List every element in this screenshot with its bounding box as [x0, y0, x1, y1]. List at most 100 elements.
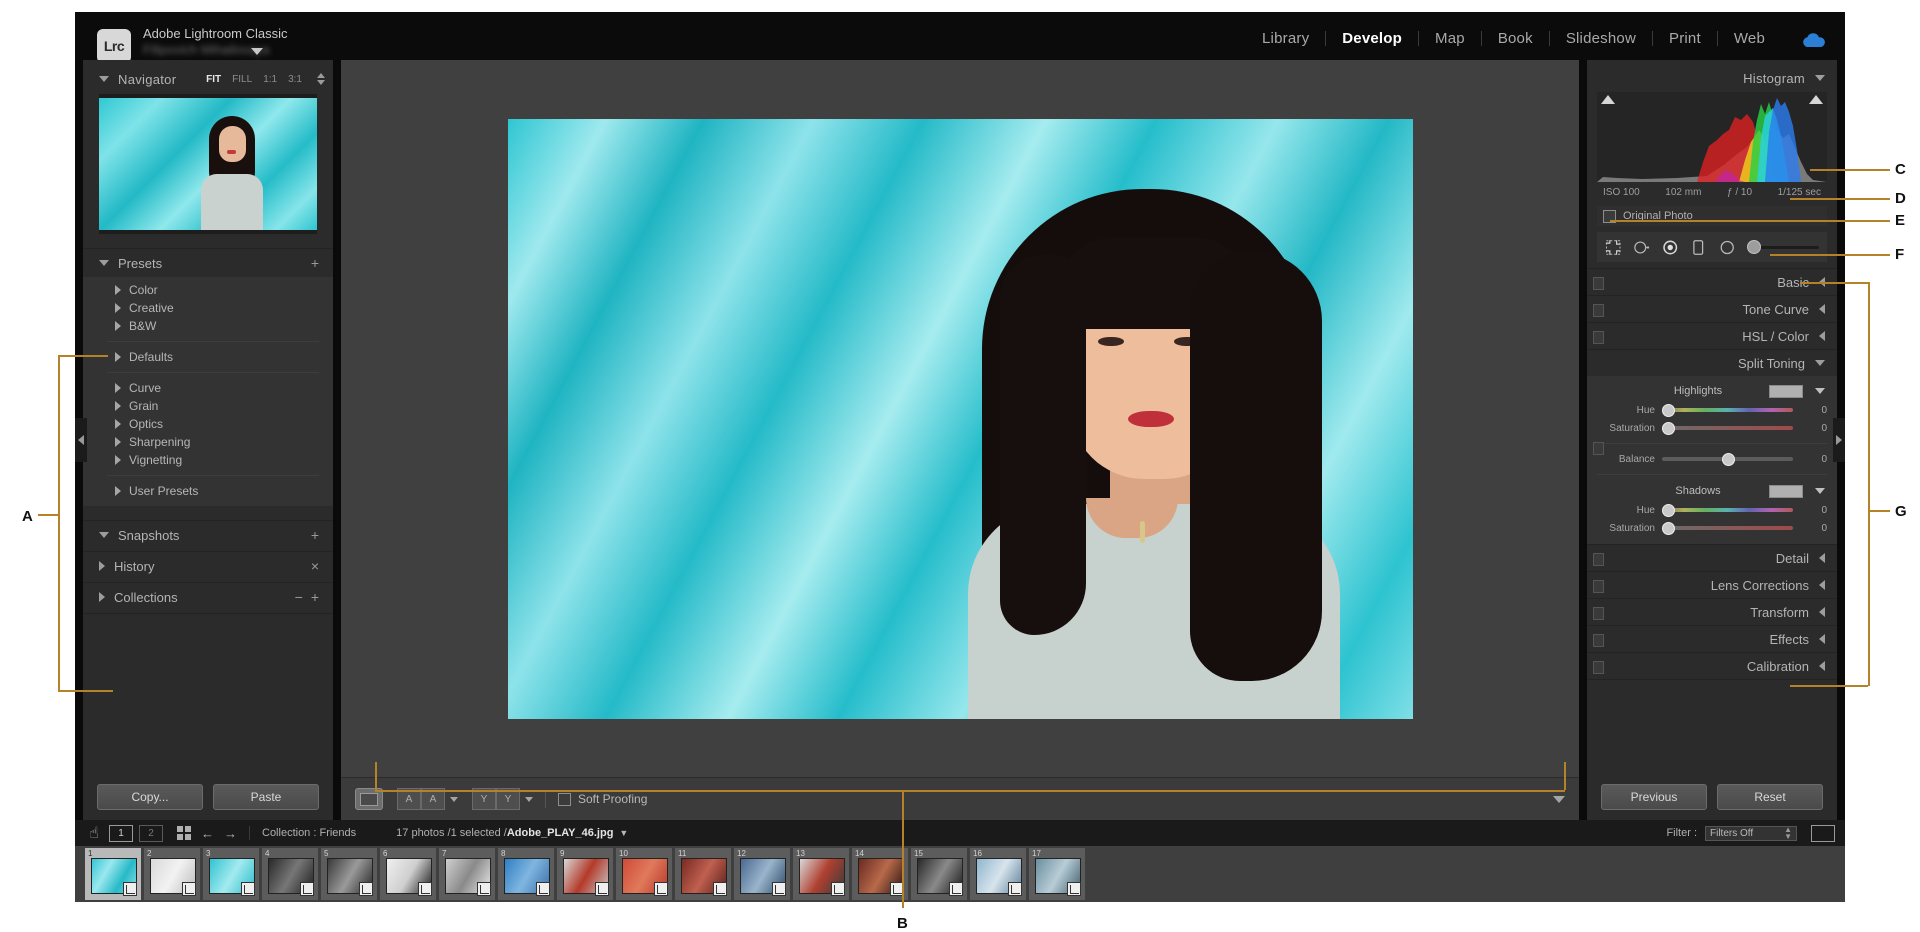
- filmstrip-thumbnail[interactable]: 10: [616, 848, 672, 900]
- preset-group-bw[interactable]: B&W: [83, 317, 333, 335]
- add-snapshot-button[interactable]: +: [311, 528, 319, 542]
- calibration-panel-switch[interactable]: [1593, 661, 1604, 674]
- original-photo-row[interactable]: Original Photo: [1597, 206, 1827, 226]
- slider-knob[interactable]: [1662, 522, 1675, 535]
- red-eye-correction-icon[interactable]: [1662, 239, 1678, 256]
- reset-button[interactable]: Reset: [1717, 784, 1823, 810]
- soft-proofing-checkbox[interactable]: [558, 793, 571, 806]
- filmstrip-thumbnail[interactable]: 15: [911, 848, 967, 900]
- tone-curve-disclosure-icon[interactable]: [1819, 304, 1825, 314]
- zoom-stepper-icon[interactable]: [317, 73, 325, 85]
- filmstrip-source-label[interactable]: Collection : Friends: [262, 827, 356, 839]
- remove-collection-button[interactable]: −: [295, 590, 303, 604]
- preset-group-sharpening[interactable]: Sharpening: [83, 433, 333, 451]
- snapshots-header[interactable]: Snapshots +: [83, 521, 333, 549]
- add-collection-button[interactable]: +: [311, 590, 319, 604]
- paste-settings-button[interactable]: Paste: [213, 784, 319, 810]
- filmstrip[interactable]: 1 2 3 4 5 6 7 8 9 10 11 12 13 14 15 16 1…: [75, 846, 1845, 902]
- adjustment-brush-size-slider[interactable]: [1747, 240, 1819, 254]
- preset-group-curve[interactable]: Curve: [83, 379, 333, 397]
- module-print[interactable]: Print: [1653, 30, 1717, 47]
- hsl-color-disclosure-icon[interactable]: [1819, 331, 1825, 341]
- filmstrip-thumbnail[interactable]: 17: [1029, 848, 1085, 900]
- hsl-color-panel-switch[interactable]: [1593, 331, 1604, 344]
- presets-disclosure-icon[interactable]: [99, 260, 109, 266]
- split-toning-panel-switch[interactable]: [1593, 442, 1604, 455]
- filename-chevron-down-icon[interactable]: ▼: [619, 828, 628, 838]
- shadows-chevron-down-icon[interactable]: [1815, 488, 1825, 494]
- balance-value[interactable]: 0: [1801, 454, 1837, 465]
- histogram-graph[interactable]: [1597, 92, 1827, 182]
- go-forward-arrow-icon[interactable]: →: [224, 826, 237, 841]
- adjustment-brush-icon[interactable]: [1747, 240, 1761, 254]
- shadows-saturation-value[interactable]: 0: [1801, 523, 1837, 534]
- basic-panel-switch[interactable]: [1593, 277, 1604, 290]
- filmstrip-thumbnail[interactable]: 5: [321, 848, 377, 900]
- filmstrip-thumbnail[interactable]: 11: [675, 848, 731, 900]
- add-preset-button[interactable]: +: [311, 256, 319, 270]
- transform-panel-switch[interactable]: [1593, 607, 1604, 620]
- filmstrip-thumbnail[interactable]: 4: [262, 848, 318, 900]
- module-develop[interactable]: Develop: [1326, 30, 1418, 47]
- section-detail[interactable]: Detail: [1587, 544, 1837, 571]
- highlights-hue-track[interactable]: [1662, 408, 1793, 412]
- right-panel-collapse-handle[interactable]: [1833, 418, 1845, 462]
- monitor-2-button[interactable]: 2: [139, 825, 163, 842]
- section-tone-curve[interactable]: Tone Curve: [1587, 295, 1837, 322]
- identity-plate-chevron-down-icon[interactable]: [251, 48, 263, 55]
- filmstrip-thumbnail[interactable]: 14: [852, 848, 908, 900]
- zoom-3-1[interactable]: 3:1: [288, 74, 302, 85]
- zoom-fill[interactable]: FILL: [232, 74, 252, 85]
- shadows-saturation-slider[interactable]: Saturation 0: [1587, 520, 1837, 536]
- highlights-hue-slider[interactable]: Hue 0: [1587, 402, 1837, 418]
- preset-group-user-presets[interactable]: User Presets: [83, 482, 333, 500]
- preset-group-optics[interactable]: Optics: [83, 415, 333, 433]
- filmstrip-thumbnail[interactable]: 1: [85, 848, 141, 900]
- histogram-disclosure-icon[interactable]: [1815, 75, 1825, 81]
- zoom-fit[interactable]: FIT: [206, 74, 221, 85]
- brush-size-track[interactable]: [1758, 246, 1819, 249]
- filmstrip-thumbnail[interactable]: 9: [557, 848, 613, 900]
- snapshots-disclosure-icon[interactable]: [99, 532, 109, 538]
- module-library[interactable]: Library: [1246, 30, 1325, 47]
- radial-filter-icon[interactable]: [1719, 239, 1735, 256]
- image-canvas[interactable]: [341, 60, 1579, 778]
- shadow-clipping-indicator[interactable]: [1601, 95, 1615, 104]
- section-split-toning[interactable]: Split Toning Highlights Hue 0: [1587, 349, 1837, 544]
- previous-button[interactable]: Previous: [1601, 784, 1707, 810]
- filmstrip-thumbnail[interactable]: 13: [793, 848, 849, 900]
- highlights-chevron-down-icon[interactable]: [1815, 388, 1825, 394]
- module-book[interactable]: Book: [1482, 30, 1549, 47]
- shadows-hue-track[interactable]: [1662, 508, 1793, 512]
- section-transform[interactable]: Transform: [1587, 598, 1837, 625]
- module-map[interactable]: Map: [1419, 30, 1481, 47]
- filmstrip-thumbnail[interactable]: 2: [144, 848, 200, 900]
- crop-overlay-icon[interactable]: [1605, 239, 1621, 256]
- lens-corrections-disclosure-icon[interactable]: [1819, 580, 1825, 590]
- section-calibration[interactable]: Calibration: [1587, 652, 1837, 679]
- highlight-clipping-indicator[interactable]: [1809, 95, 1823, 104]
- grid-view-icon[interactable]: [177, 826, 191, 840]
- section-hsl-color[interactable]: HSL / Color: [1587, 322, 1837, 349]
- navigator-disclosure-icon[interactable]: [99, 76, 109, 82]
- collections-disclosure-icon[interactable]: [99, 592, 105, 602]
- copy-settings-button[interactable]: Copy...: [97, 784, 203, 810]
- shadows-saturation-track[interactable]: [1662, 526, 1793, 530]
- slider-knob[interactable]: [1662, 422, 1675, 435]
- effects-panel-switch[interactable]: [1593, 634, 1604, 647]
- histogram-header[interactable]: Histogram: [1597, 68, 1825, 88]
- filmstrip-thumbnail[interactable]: 7: [439, 848, 495, 900]
- slider-knob[interactable]: [1722, 453, 1735, 466]
- shadows-color-swatch[interactable]: [1769, 485, 1803, 498]
- zoom-1-1[interactable]: 1:1: [263, 74, 277, 85]
- preset-group-creative[interactable]: Creative: [83, 299, 333, 317]
- section-lens-corrections[interactable]: Lens Corrections: [1587, 571, 1837, 598]
- split-toning-disclosure-icon[interactable]: [1815, 360, 1825, 366]
- highlights-color-swatch[interactable]: [1769, 385, 1803, 398]
- filter-toggle-button[interactable]: [1811, 825, 1835, 842]
- section-effects[interactable]: Effects: [1587, 625, 1837, 652]
- preset-group-vignetting[interactable]: Vignetting: [83, 451, 333, 469]
- shadows-hue-value[interactable]: 0: [1801, 505, 1837, 516]
- lens-corrections-panel-switch[interactable]: [1593, 580, 1604, 593]
- highlights-hue-value[interactable]: 0: [1801, 405, 1837, 416]
